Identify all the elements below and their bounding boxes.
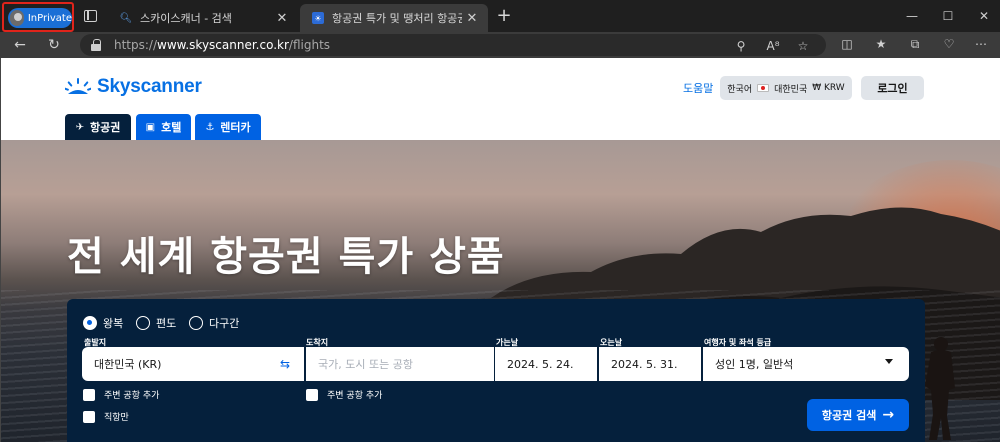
radio-icon [136, 316, 150, 330]
login-button[interactable]: 로그인 [861, 76, 924, 100]
new-tab-button[interactable]: + [494, 6, 514, 26]
address-toolbar: ← ↻ https://www.skyscanner.co.kr/flights… [0, 32, 1000, 58]
hero-person-silhouette [925, 337, 955, 440]
korea-flag-icon [757, 84, 770, 92]
tab-title: 스카이스캐너 - 검색 [140, 12, 232, 25]
inprivate-label: InPrivate [27, 12, 72, 24]
arrow-right-icon: → [882, 407, 895, 423]
close-window-button[interactable]: ✕ [974, 6, 994, 26]
url-text[interactable]: https://www.skyscanner.co.kr/flights [114, 38, 330, 52]
browser-essentials-icon[interactable]: ♡ [940, 35, 958, 53]
browser-tab-skyscanner[interactable]: ☀ 항공권 특가 및 땡처리 항공권 검 ✕ [300, 4, 488, 32]
nearby-origin-checkbox[interactable]: 주변 공항 추가 [83, 388, 159, 401]
help-link[interactable]: 도움말 [683, 80, 713, 96]
checkbox-icon [83, 410, 95, 423]
trip-type-label: 왕복 [103, 317, 124, 330]
bed-icon: ▣ [145, 121, 156, 133]
checkbox-icon [83, 388, 95, 401]
checkbox-icon [306, 388, 318, 401]
language-label: 한국어 [727, 84, 753, 95]
origin-input[interactable]: 대한민국 (KR) [82, 347, 304, 381]
tab-car-hire[interactable]: ⚓ 렌터카 [195, 114, 261, 140]
currency-label: ₩ KRW [812, 83, 845, 93]
trip-type-label: 편도 [156, 317, 177, 330]
inprivate-highlight-box: InPrivate [2, 2, 74, 32]
checkbox-label: 직항만 [104, 413, 129, 423]
swap-icon[interactable]: ⇆ [280, 358, 294, 370]
inprivate-button[interactable]: InPrivate [8, 8, 72, 28]
minimize-button[interactable]: — [902, 6, 922, 26]
back-button[interactable]: ← [10, 35, 30, 55]
trip-type-multicity[interactable]: 다구간 [189, 315, 239, 331]
page-scrollbar[interactable] [989, 58, 1000, 442]
tab-title: 항공권 특가 및 땡처리 항공권 검 [332, 12, 462, 25]
flight-search-panel: 왕복 편도 다구간 출발지 도착지 가는날 오는날 여행자 및 좌석 등급 대한… [67, 299, 925, 442]
country-label: 대한민국 [774, 84, 808, 95]
trip-type-roundtrip[interactable]: 왕복 [83, 315, 123, 331]
tab-actions-icon[interactable] [84, 10, 97, 22]
favorite-star-icon[interactable]: ☆ [794, 37, 812, 55]
chevron-down-icon [885, 359, 893, 364]
split-screen-icon[interactable]: ◫ [838, 35, 856, 53]
refresh-button[interactable]: ↻ [44, 35, 64, 55]
tab-label: 렌터카 [220, 121, 251, 134]
nearby-destination-checkbox[interactable]: 주변 공항 추가 [306, 388, 382, 401]
more-options-icon[interactable]: ⋯ [972, 35, 990, 53]
read-aloud-icon[interactable]: A⁸ [764, 37, 782, 55]
plane-icon: ✈ [75, 121, 84, 133]
depart-date-input[interactable]: 2024. 5. 24. [495, 347, 597, 381]
checkbox-label: 주변 공항 추가 [104, 391, 160, 401]
lock-icon[interactable] [91, 39, 101, 51]
skyscanner-favicon-icon: ☀ [312, 12, 324, 24]
search-favicon-icon: 🔍︎ [119, 12, 133, 24]
car-icon: ⚓ [205, 121, 215, 133]
maximize-button[interactable]: ☐ [938, 6, 958, 26]
collections-icon[interactable]: ⧉ [906, 35, 924, 53]
search-button-label: 항공권 검색 [821, 409, 877, 422]
tab-label: 항공권 [90, 121, 121, 134]
hero-title: 전 세계 항공권 특가 상품 [67, 234, 505, 280]
tab-label: 호텔 [161, 121, 182, 134]
direct-only-checkbox[interactable]: 직항만 [83, 410, 129, 423]
close-tab-icon[interactable]: ✕ [462, 11, 482, 26]
tab-flights[interactable]: ✈ 항공권 [65, 114, 131, 140]
trip-type-label: 다구간 [209, 317, 240, 330]
browser-tab-bar: InPrivate 🔍︎ 스카이스캐너 - 검색 ✕ ☀ 항공권 특가 및 땡처… [0, 0, 1000, 32]
destination-input[interactable]: 국가, 도시 또는 공항 [306, 347, 494, 381]
travellers-cabin-select[interactable]: 성인 1명, 일반석 [703, 347, 909, 381]
radio-icon [189, 316, 203, 330]
close-tab-icon[interactable]: ✕ [272, 11, 292, 26]
zoom-icon[interactable]: ⚲ [732, 37, 750, 55]
locale-button[interactable]: 한국어 대한민국 ₩ KRW [720, 76, 852, 100]
sunrise-logo-icon [65, 78, 91, 94]
skyscanner-logo[interactable]: Skyscanner [65, 76, 202, 98]
favorites-icon[interactable]: ★ [872, 35, 890, 53]
search-flights-button[interactable]: 항공권 검색 → [807, 399, 909, 431]
profile-avatar-icon [10, 10, 24, 26]
logo-text: Skyscanner [97, 76, 202, 97]
web-page: Skyscanner 도움말 한국어 대한민국 ₩ KRW 로그인 ✈ 항공권 … [0, 58, 1000, 442]
address-bar[interactable]: https://www.skyscanner.co.kr/flights ⚲ A… [80, 34, 826, 56]
tab-hotels[interactable]: ▣ 호텔 [136, 114, 191, 140]
trip-type-oneway[interactable]: 편도 [136, 315, 176, 331]
checkbox-label: 주변 공항 추가 [327, 391, 383, 401]
radio-icon [83, 316, 97, 330]
browser-tab-search[interactable]: 🔍︎ 스카이스캐너 - 검색 ✕ [108, 4, 298, 32]
return-date-input[interactable]: 2024. 5. 31. [599, 347, 701, 381]
